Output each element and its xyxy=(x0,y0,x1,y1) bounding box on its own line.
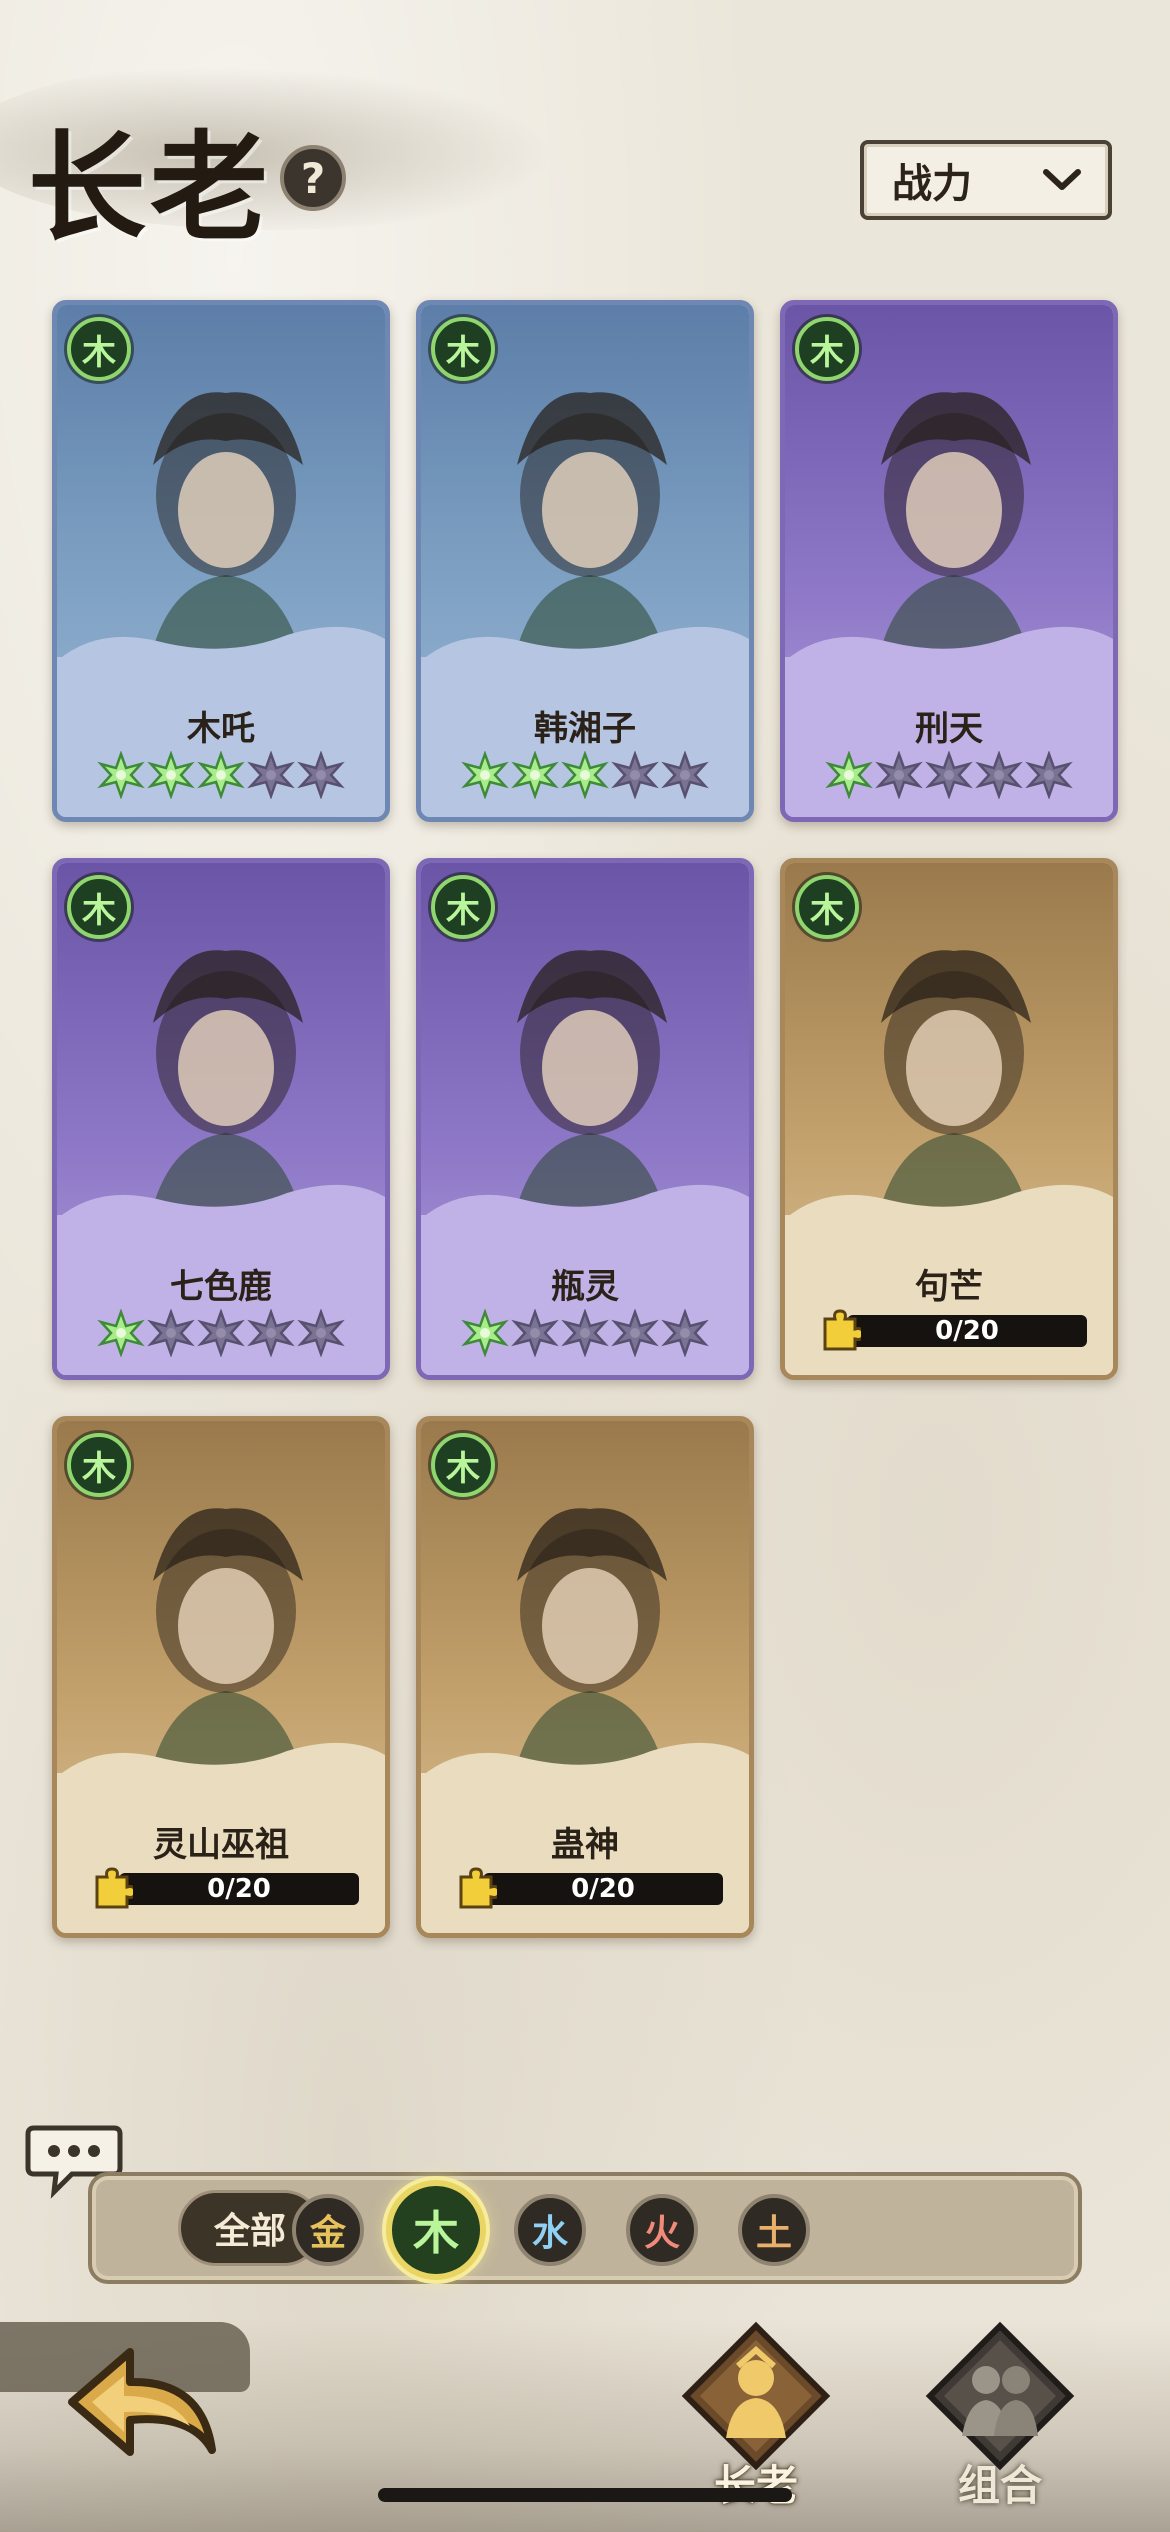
element-badge: 木 xyxy=(795,875,859,939)
star-rating xyxy=(421,1309,749,1357)
shard-count: 0/20 xyxy=(847,1315,1087,1347)
puzzle-piece-icon xyxy=(95,1867,133,1909)
elder-card[interactable]: 木韩湘子 xyxy=(416,300,754,822)
star-filled-icon xyxy=(825,751,873,799)
star-empty-icon xyxy=(661,1309,709,1357)
star-empty-icon xyxy=(247,1309,295,1357)
filter-earth-button[interactable]: 土 xyxy=(738,2194,810,2266)
element-badge: 木 xyxy=(795,317,859,381)
filter-fire-button[interactable]: 火 xyxy=(626,2194,698,2266)
star-empty-icon xyxy=(975,751,1023,799)
band-wave xyxy=(421,626,749,661)
star-filled-icon xyxy=(147,751,195,799)
elder-card[interactable]: 木木吒 xyxy=(52,300,390,822)
star-filled-icon xyxy=(461,751,509,799)
star-empty-icon xyxy=(1025,751,1073,799)
element-badge: 木 xyxy=(431,875,495,939)
star-empty-icon xyxy=(197,1309,245,1357)
star-empty-icon xyxy=(297,1309,345,1357)
band-wave xyxy=(785,1184,1113,1219)
star-filled-icon xyxy=(561,751,609,799)
star-rating xyxy=(57,1309,385,1357)
filter-wood-button[interactable]: 木 xyxy=(386,2180,486,2280)
star-filled-icon xyxy=(461,1309,509,1357)
band-wave xyxy=(421,1184,749,1219)
star-filled-icon xyxy=(197,751,245,799)
star-empty-icon xyxy=(297,751,345,799)
elder-card[interactable]: 木七色鹿 xyxy=(52,858,390,1380)
star-empty-icon xyxy=(611,1309,659,1357)
star-empty-icon xyxy=(611,751,659,799)
band-wave xyxy=(57,1742,385,1777)
elder-icon xyxy=(681,2321,831,2471)
elder-card[interactable]: 木蛊神 0/20 xyxy=(416,1416,754,1938)
elder-card[interactable]: 木刑天 xyxy=(780,300,1118,822)
combo-icon xyxy=(925,2321,1075,2471)
nav-tab-combo[interactable]: 组合 xyxy=(900,2300,1100,2532)
band-wave xyxy=(785,626,1113,661)
help-icon[interactable]: ? xyxy=(280,145,346,211)
sort-selected-label: 战力 xyxy=(892,161,972,207)
shard-progress: 0/20 xyxy=(819,1309,1089,1351)
elder-card-grid: 木木吒木韩湘子木刑天木七色鹿木瓶灵木句芒 0/20 木灵山巫祖 0/20 木蛊神 0/20 xyxy=(52,300,1122,1938)
card-name: 灵山巫祖 xyxy=(153,1825,289,1865)
star-rating xyxy=(421,751,749,799)
star-empty-icon xyxy=(147,1309,195,1357)
star-filled-icon xyxy=(511,751,559,799)
elder-card[interactable]: 木句芒 0/20 xyxy=(780,858,1118,1380)
element-filter-bar: 全部 金 木 水 火 土 xyxy=(88,2172,1082,2284)
chevron-down-icon xyxy=(1043,169,1081,190)
filter-water-button[interactable]: 水 xyxy=(514,2194,586,2266)
page-title: 长老 xyxy=(28,118,273,257)
star-empty-icon xyxy=(247,751,295,799)
card-name: 刑天 xyxy=(915,709,983,749)
card-name: 七色鹿 xyxy=(170,1267,272,1307)
card-name: 韩湘子 xyxy=(534,709,636,749)
element-badge: 木 xyxy=(431,317,495,381)
band-wave xyxy=(57,626,385,661)
home-indicator xyxy=(378,2488,792,2502)
card-name: 句芒 xyxy=(915,1267,983,1307)
shard-progress: 0/20 xyxy=(91,1867,361,1909)
card-name: 木吒 xyxy=(187,709,255,749)
band-wave xyxy=(421,1742,749,1777)
star-rating xyxy=(785,751,1113,799)
element-badge: 木 xyxy=(431,1433,495,1497)
star-empty-icon xyxy=(511,1309,559,1357)
star-empty-icon xyxy=(875,751,923,799)
shard-count: 0/20 xyxy=(483,1873,723,1905)
star-rating xyxy=(57,751,385,799)
star-filled-icon xyxy=(97,1309,145,1357)
puzzle-piece-icon xyxy=(459,1867,497,1909)
star-filled-icon xyxy=(97,751,145,799)
shard-progress: 0/20 xyxy=(455,1867,725,1909)
filter-metal-button[interactable]: 金 xyxy=(292,2194,364,2266)
elder-card[interactable]: 木灵山巫祖 0/20 xyxy=(52,1416,390,1938)
nav-tab-elder-label: 长老 xyxy=(713,2461,798,2510)
shard-count: 0/20 xyxy=(119,1873,359,1905)
card-name: 瓶灵 xyxy=(551,1267,619,1307)
sort-dropdown[interactable]: 战力 xyxy=(860,140,1112,220)
puzzle-piece-icon xyxy=(823,1309,861,1351)
nav-tab-combo-label: 组合 xyxy=(957,2461,1042,2510)
elder-card[interactable]: 木瓶灵 xyxy=(416,858,754,1380)
element-badge: 木 xyxy=(67,1433,131,1497)
star-empty-icon xyxy=(561,1309,609,1357)
band-wave xyxy=(57,1184,385,1219)
star-empty-icon xyxy=(925,751,973,799)
back-arrow-icon[interactable] xyxy=(52,2340,222,2490)
element-badge: 木 xyxy=(67,317,131,381)
star-empty-icon xyxy=(661,751,709,799)
element-badge: 木 xyxy=(67,875,131,939)
card-name: 蛊神 xyxy=(551,1825,619,1865)
